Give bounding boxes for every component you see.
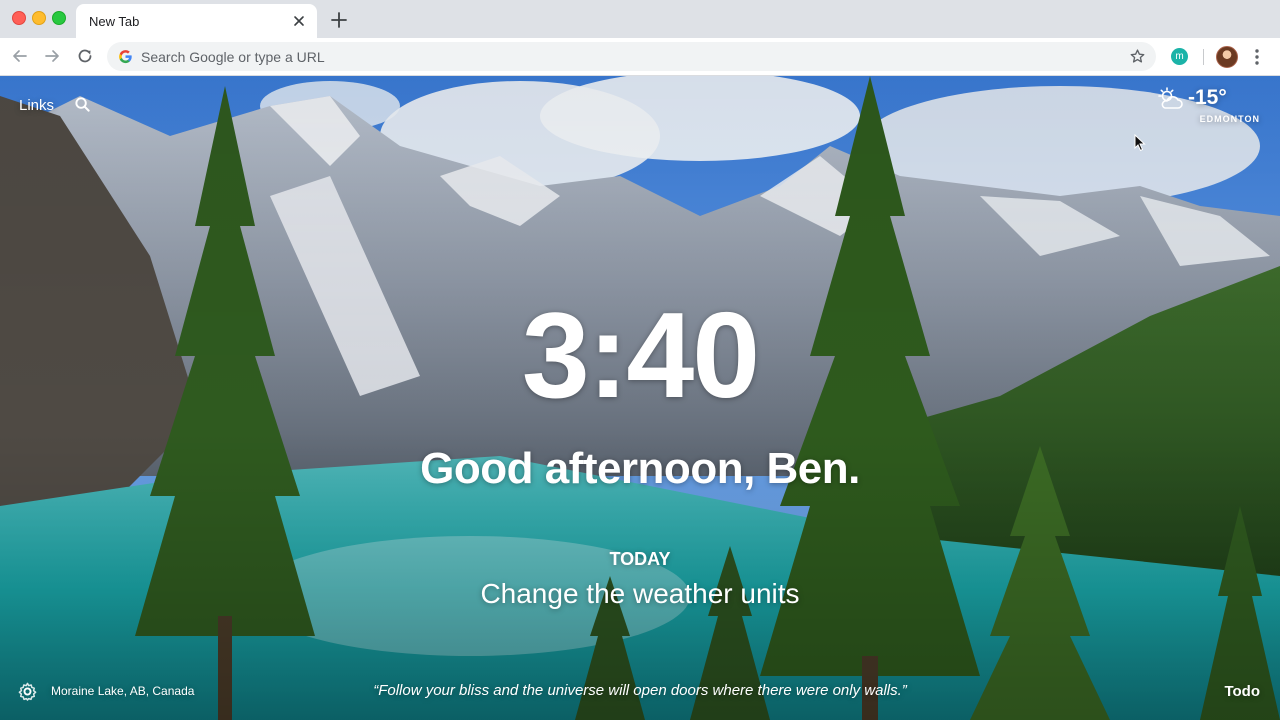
focus-task[interactable]: Change the weather units xyxy=(0,578,1280,610)
weather-widget[interactable]: -15° EDMONTON xyxy=(1140,86,1260,130)
momentum-extension-icon[interactable]: m xyxy=(1171,48,1188,65)
address-bar[interactable]: Search Google or type a URL xyxy=(107,42,1156,71)
weather-temperature: -15° xyxy=(1188,86,1227,109)
links-toggle[interactable]: Links xyxy=(19,97,54,114)
close-window-button[interactable] xyxy=(12,11,26,25)
reload-icon[interactable] xyxy=(75,46,95,66)
more-menu-icon[interactable] xyxy=(1251,47,1263,67)
daily-quote[interactable]: “Follow your bliss and the universe will… xyxy=(300,682,980,699)
tab-title: New Tab xyxy=(89,14,140,29)
todo-toggle[interactable]: Todo xyxy=(1224,683,1260,700)
focus-label: TODAY xyxy=(609,549,671,569)
close-tab-icon[interactable] xyxy=(291,13,307,29)
address-bar-placeholder: Search Google or type a URL xyxy=(141,49,325,65)
greeting: Good afternoon, Ben. xyxy=(420,444,860,493)
partly-cloudy-icon xyxy=(1158,87,1183,109)
tab-strip: New Tab xyxy=(0,0,1280,38)
gear-icon[interactable] xyxy=(18,682,37,701)
clock: 3:40 xyxy=(521,287,760,423)
minimize-window-button[interactable] xyxy=(32,11,46,25)
new-tab-plus-icon[interactable] xyxy=(330,11,348,29)
photo-location[interactable]: Moraine Lake, AB, Canada xyxy=(51,684,194,698)
mouse-cursor-icon xyxy=(1134,134,1146,152)
toolbar-divider xyxy=(1203,49,1204,65)
weather-location: EDMONTON xyxy=(1199,114,1260,124)
browser-toolbar: Search Google or type a URL m xyxy=(0,38,1280,76)
bookmark-star-icon[interactable] xyxy=(1129,48,1146,65)
new-tab-page: Links -15° EDMONTON 3:40 Good afternoon,… xyxy=(0,76,1280,720)
browser-window: New Tab Search Google or type a URL m Li… xyxy=(0,0,1280,720)
back-arrow-icon[interactable] xyxy=(10,46,30,66)
google-g-icon xyxy=(119,50,132,64)
search-icon[interactable] xyxy=(74,96,91,113)
forward-arrow-icon[interactable] xyxy=(42,46,62,66)
maximize-window-button[interactable] xyxy=(52,11,66,25)
tab-new-tab[interactable]: New Tab xyxy=(76,4,317,38)
profile-avatar[interactable] xyxy=(1216,46,1238,68)
